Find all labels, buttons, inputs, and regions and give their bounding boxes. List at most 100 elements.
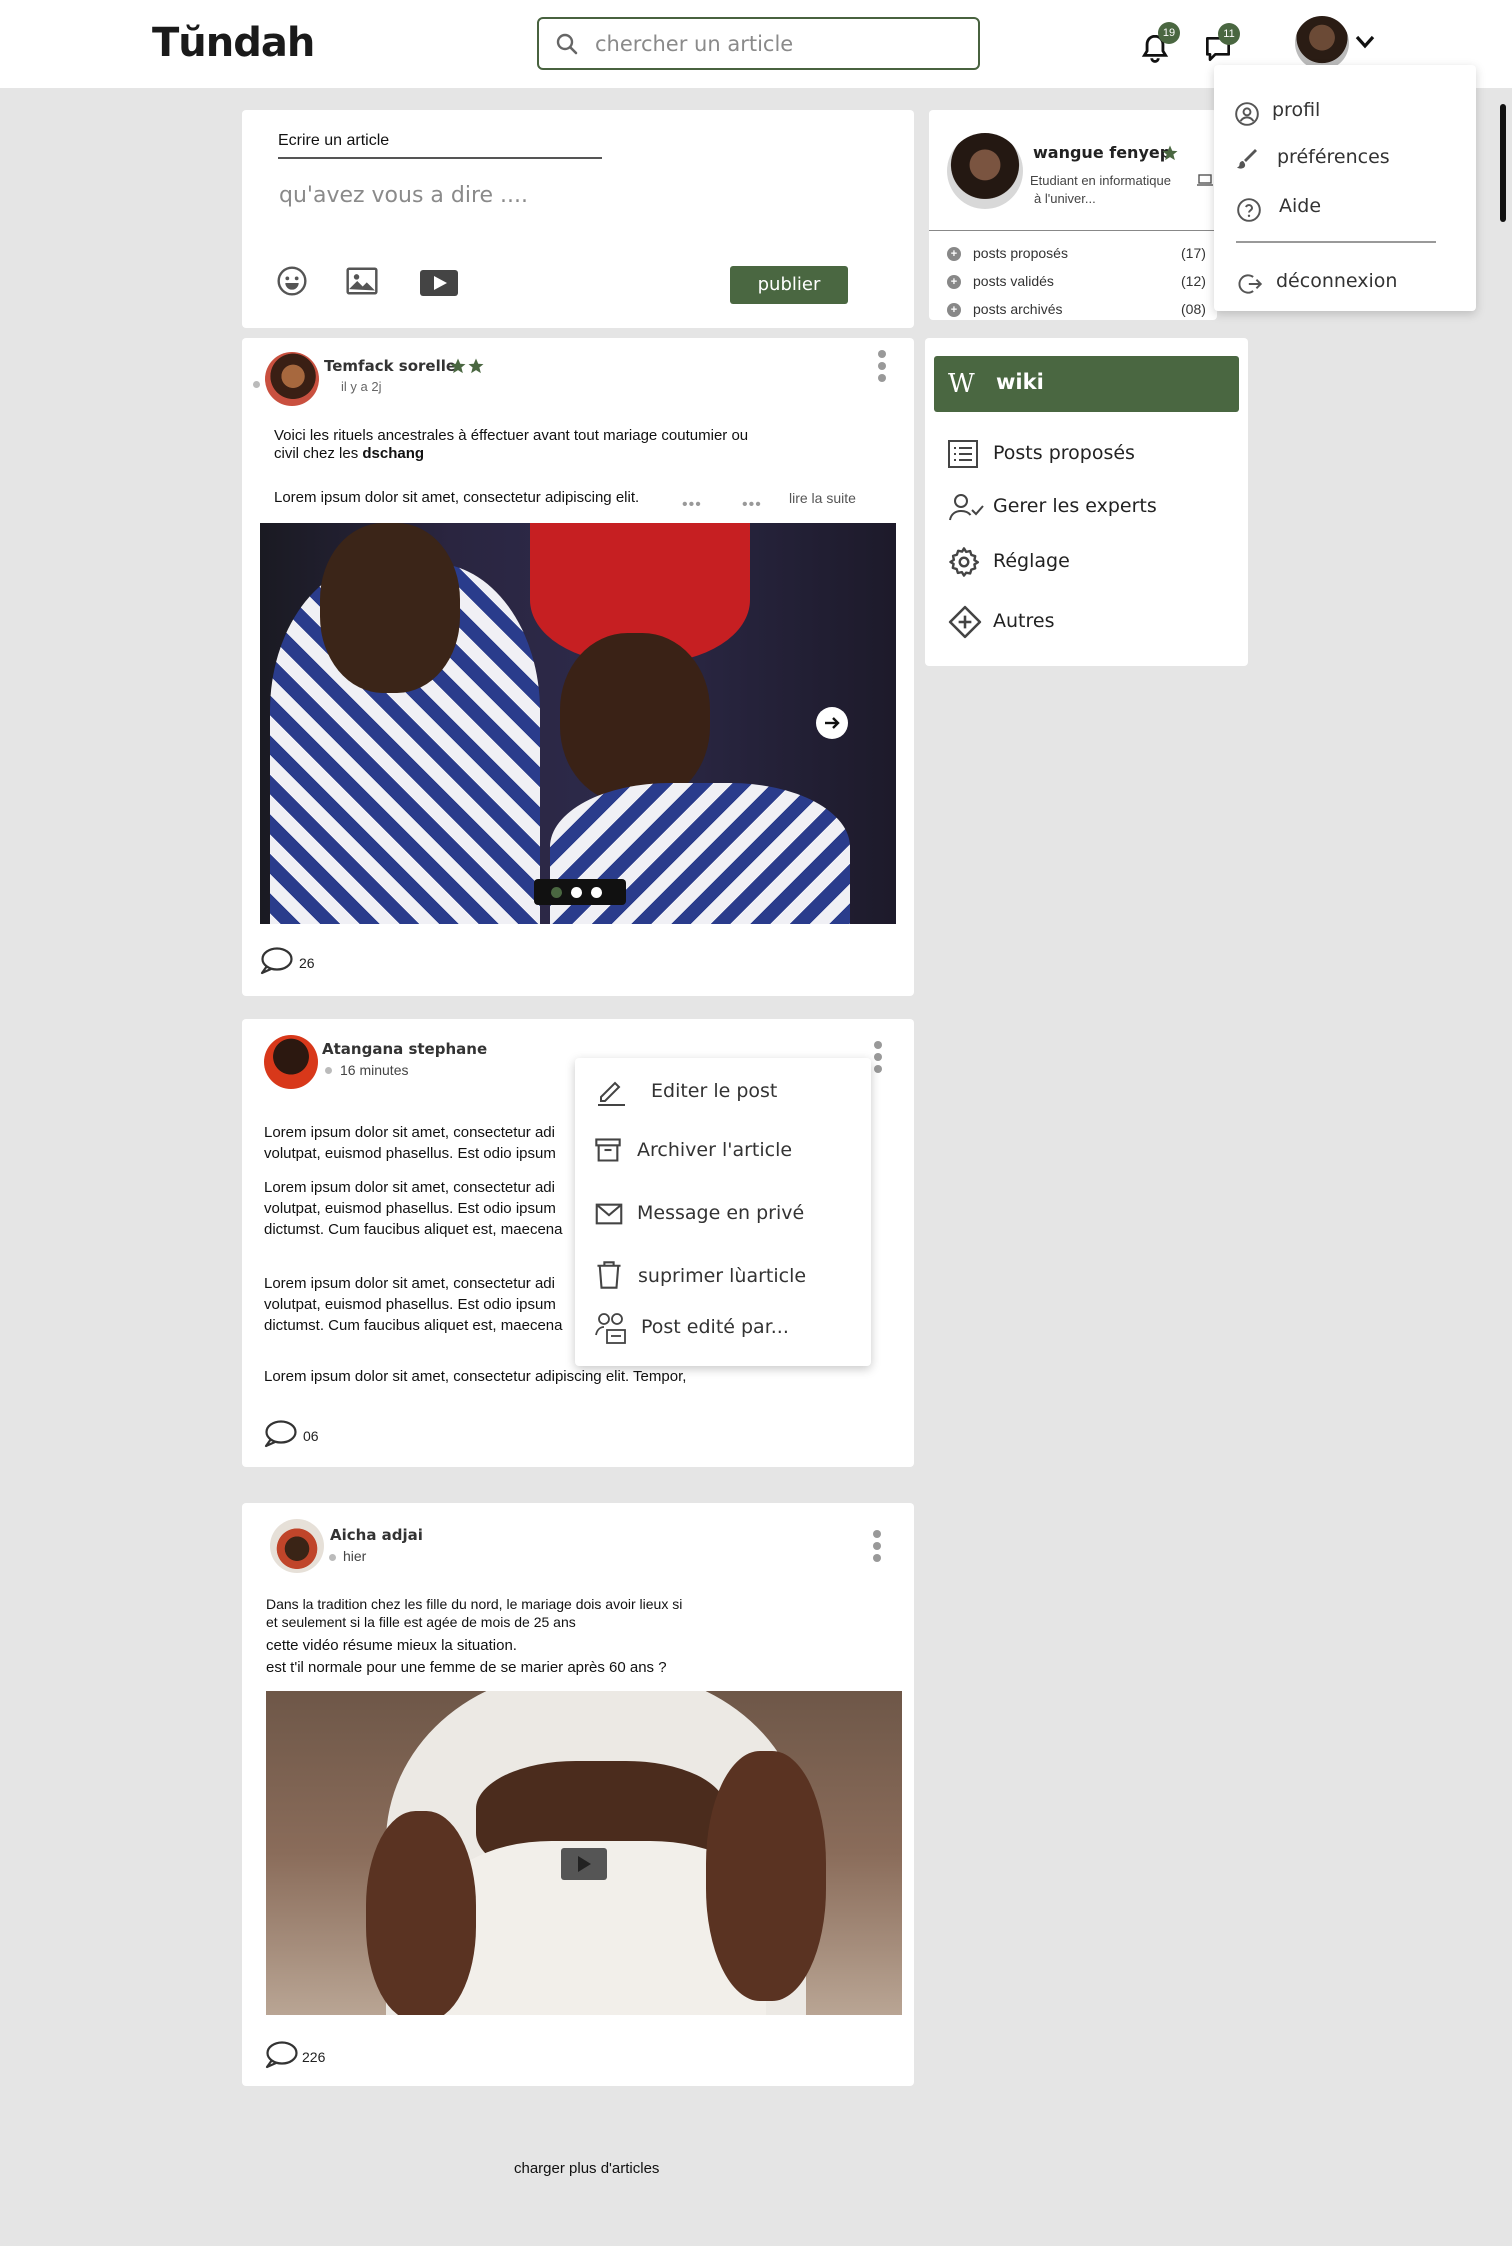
laptop-icon bbox=[1197, 174, 1213, 186]
video-icon[interactable] bbox=[420, 270, 458, 296]
post-options-button[interactable] bbox=[874, 1041, 884, 1077]
carousel-dot[interactable] bbox=[591, 887, 602, 898]
comment-icon[interactable] bbox=[259, 946, 293, 976]
users-icon bbox=[595, 1313, 626, 1344]
profile-bio-line2: à l'univer... bbox=[1034, 191, 1096, 206]
scrollbar-thumb[interactable] bbox=[1500, 104, 1506, 222]
menu-item-logout[interactable]: déconnexion bbox=[1214, 260, 1476, 304]
profile-name[interactable]: wangue fenyep bbox=[1033, 143, 1171, 162]
post-options-menu: Editer le post Archiver l'article Messag… bbox=[575, 1058, 871, 1366]
stat-label: posts validés bbox=[973, 273, 1054, 289]
post-composer: Ecrire un article qu'avez vous a dire ..… bbox=[242, 110, 914, 328]
menu-item-preferences[interactable]: préférences bbox=[1214, 136, 1476, 180]
post-time: 16 minutes bbox=[340, 1062, 409, 1078]
post-text-line: Dans la tradition chez les fille du nord… bbox=[266, 1596, 683, 1612]
menu-item-edited-by[interactable]: Post edité par... bbox=[575, 1303, 871, 1353]
author-avatar[interactable] bbox=[264, 1035, 318, 1089]
read-more-link[interactable]: lire la suite bbox=[789, 490, 856, 506]
sidebar-item-label: Réglage bbox=[993, 550, 1070, 572]
wiki-button[interactable]: W wiki bbox=[934, 356, 1239, 412]
rating-stars-icon bbox=[450, 358, 484, 374]
sidebar-item-others[interactable]: Autres bbox=[925, 597, 1245, 647]
brush-icon bbox=[1237, 149, 1257, 169]
stat-row-validated[interactable]: + posts validés (12) bbox=[947, 271, 1209, 293]
gear-icon bbox=[949, 547, 980, 577]
composer-tab[interactable]: Ecrire un article bbox=[278, 132, 389, 150]
comment-count: 26 bbox=[299, 955, 315, 971]
post-image[interactable] bbox=[260, 523, 896, 924]
comment-icon[interactable] bbox=[263, 1419, 297, 1449]
post-text-bold: dschang bbox=[362, 445, 425, 462]
author-avatar[interactable] bbox=[265, 352, 319, 406]
emoji-icon[interactable] bbox=[276, 265, 308, 297]
post-video[interactable] bbox=[266, 1691, 902, 2015]
menu-item-label: Aide bbox=[1279, 195, 1322, 217]
wiki-label: wiki bbox=[996, 370, 1044, 394]
video-play-button[interactable] bbox=[561, 1848, 607, 1880]
sidebar-item-label: Posts proposés bbox=[993, 442, 1135, 464]
post-options-button[interactable] bbox=[878, 350, 888, 386]
menu-item-help[interactable]: Aide bbox=[1214, 185, 1476, 229]
post-text-line: et seulement si la fille est agée de moi… bbox=[266, 1614, 576, 1630]
carousel-dot[interactable] bbox=[571, 887, 582, 898]
user-avatar[interactable] bbox=[1295, 16, 1349, 70]
sidebar-item-proposed-posts[interactable]: Posts proposés bbox=[925, 429, 1245, 479]
author-avatar[interactable] bbox=[270, 1519, 324, 1573]
profile-bio-line1: Etudiant en informatique bbox=[1030, 173, 1171, 188]
post-time: hier bbox=[343, 1548, 367, 1564]
stat-count: (17) bbox=[1181, 245, 1206, 261]
menu-item-edit-post[interactable]: Editer le post bbox=[575, 1067, 871, 1117]
search-box[interactable] bbox=[537, 17, 980, 70]
search-input[interactable] bbox=[595, 29, 965, 59]
carousel-dot-active[interactable] bbox=[551, 887, 562, 898]
post-text-line: Lorem ipsum dolor sit amet, consectetur … bbox=[264, 1179, 555, 1196]
post-image-figure bbox=[560, 633, 710, 803]
post-text-line: Lorem ipsum dolor sit amet, consectetur … bbox=[264, 1368, 687, 1385]
stat-label: posts archivés bbox=[973, 301, 1063, 317]
author-name[interactable]: Atangana stephane bbox=[322, 1040, 487, 1058]
menu-item-profile[interactable]: profil bbox=[1214, 89, 1476, 133]
post-text-line: Lorem ipsum dolor sit amet, consectetur … bbox=[264, 1124, 555, 1141]
post-options-button[interactable] bbox=[873, 1530, 883, 1566]
sidebar-item-label: Autres bbox=[993, 610, 1055, 632]
stat-count: (12) bbox=[1181, 273, 1206, 289]
stat-row-proposed[interactable]: + posts proposés (17) bbox=[947, 243, 1209, 265]
stat-count: (08) bbox=[1181, 301, 1206, 317]
composer-input[interactable]: qu'avez vous a dire .... bbox=[279, 183, 839, 223]
sidebar-item-settings[interactable]: Réglage bbox=[925, 537, 1245, 587]
menu-item-label: Message en privé bbox=[637, 1202, 805, 1224]
stat-row-archived[interactable]: + posts archivés (08) bbox=[947, 299, 1209, 321]
messages-button[interactable]: 11 bbox=[1202, 23, 1240, 69]
menu-item-delete[interactable]: suprimer lùarticle bbox=[575, 1252, 871, 1302]
stat-label: posts proposés bbox=[973, 245, 1068, 261]
diamond-plus-icon bbox=[948, 605, 982, 639]
chevron-down-icon[interactable] bbox=[1354, 34, 1376, 50]
comment-icon[interactable] bbox=[264, 2040, 298, 2070]
profile-avatar[interactable] bbox=[947, 133, 1023, 209]
author-name[interactable]: Aicha adjai bbox=[330, 1526, 423, 1544]
menu-item-label: Archiver l'article bbox=[637, 1139, 793, 1161]
sidebar-item-manage-experts[interactable]: Gerer les experts bbox=[925, 482, 1245, 532]
profile-card: wangue fenyep Etudiant en informatique à… bbox=[929, 110, 1217, 320]
message-count-badge: 11 bbox=[1218, 23, 1240, 45]
load-more-link[interactable]: charger plus d'articles bbox=[514, 2160, 659, 2177]
post-text-line: est t'il normale pour une femme de se ma… bbox=[266, 1659, 667, 1676]
logout-icon bbox=[1238, 274, 1263, 294]
menu-item-archive[interactable]: Archiver l'article bbox=[575, 1126, 871, 1176]
notifications-button[interactable]: 19 bbox=[1138, 22, 1180, 68]
image-icon[interactable] bbox=[345, 266, 379, 296]
post-text-line: volutpat, euismod phasellus. Est odio ip… bbox=[264, 1296, 556, 1313]
play-icon bbox=[578, 1856, 591, 1872]
post-time: il y a 2j bbox=[341, 379, 382, 394]
app-logo[interactable]: Tŭndah bbox=[152, 20, 315, 66]
next-image-button[interactable] bbox=[816, 707, 848, 739]
plus-circle-icon: + bbox=[947, 275, 961, 289]
author-name[interactable]: Temfack sorelle bbox=[324, 357, 456, 375]
arrow-right-icon bbox=[825, 717, 840, 729]
menu-item-private-message[interactable]: Message en privé bbox=[575, 1189, 871, 1239]
publish-button[interactable]: publier bbox=[730, 266, 848, 304]
profile-divider bbox=[929, 230, 1217, 231]
search-icon bbox=[556, 33, 578, 55]
post-video-figure bbox=[366, 1811, 476, 2015]
post-text-line: Voici les rituels ancestrales à éffectue… bbox=[274, 427, 749, 444]
